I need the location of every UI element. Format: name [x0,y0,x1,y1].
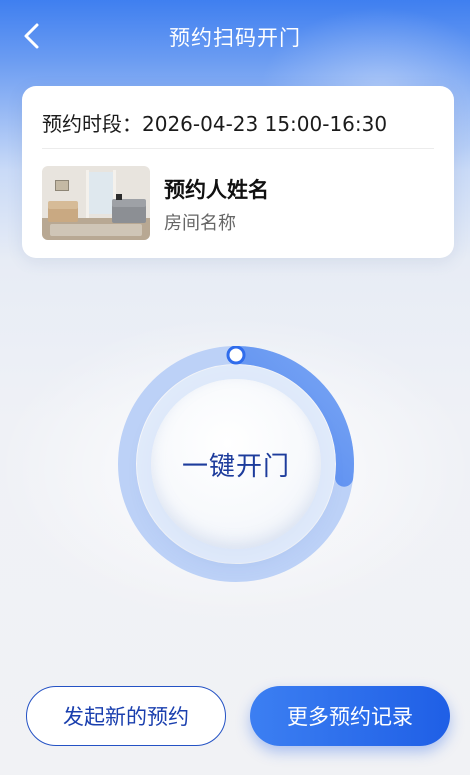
booker-name: 预约人姓名 [164,178,269,202]
appointment-time-value: 2026-04-23 15:00-16:30 [142,112,388,136]
new-booking-button[interactable]: 发起新的预约 [26,686,226,746]
appointment-time-label: 预约时段： [42,112,142,136]
page-title: 预约扫码开门 [169,26,301,50]
more-records-button[interactable]: 更多预约记录 [250,686,450,746]
open-door-button[interactable]: 一键开门 [151,379,321,549]
door-control: 一键开门 [118,346,354,582]
appointment-time-row: 预约时段：2026-04-23 15:00-16:30 [42,108,387,137]
open-door-label: 一键开门 [181,451,290,482]
appointment-card: 预约时段：2026-04-23 15:00-16:30 预约人姓名 房间名称 [22,86,454,258]
room-name: 房间名称 [164,213,236,234]
room-thumbnail [42,166,150,240]
card-divider [42,148,434,149]
header: 预约扫码开门 [0,0,470,76]
progress-knob [226,346,246,365]
